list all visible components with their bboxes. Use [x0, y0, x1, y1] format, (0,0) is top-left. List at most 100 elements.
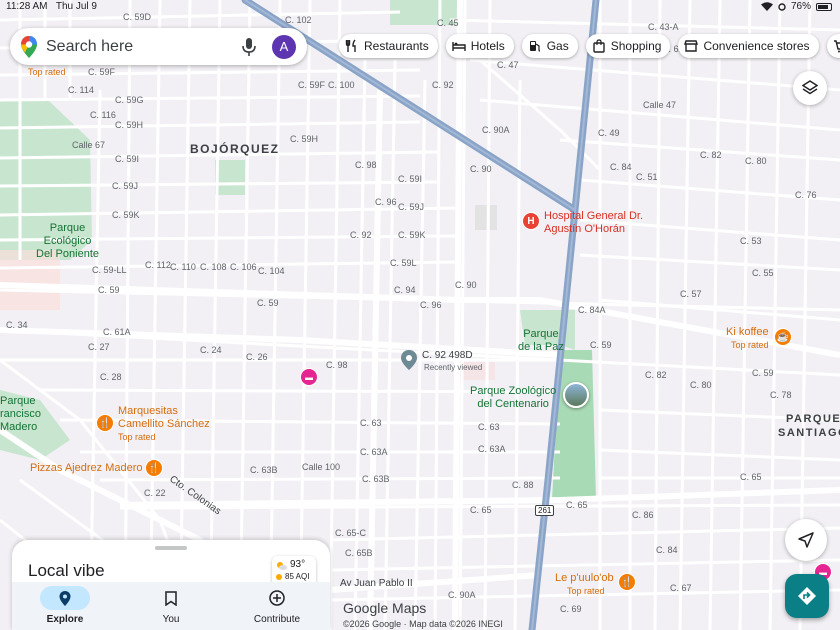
google-maps-watermark: Google Maps	[343, 600, 427, 616]
recently-viewed-pin-icon[interactable]	[400, 350, 418, 370]
street-label: C. 65	[470, 505, 492, 515]
neighborhood-label[interactable]: SANTIAGO	[778, 427, 840, 439]
layers-icon	[802, 80, 818, 95]
street-label: C. 45	[437, 18, 459, 28]
photo-marker[interactable]	[563, 382, 589, 408]
bookmark-icon	[165, 590, 177, 606]
park-name-line: Parque	[0, 395, 36, 407]
explore-bottom-sheet[interactable]: Local vibe 93° 85 AQI Explore You Contri…	[12, 540, 330, 630]
navigation-arrow-icon	[798, 532, 814, 548]
neighborhood-label[interactable]: PARQUE	[786, 413, 840, 425]
temperature: 93°	[290, 559, 306, 570]
street-label: C. 59I	[115, 154, 140, 164]
street-label: C. 59	[257, 298, 279, 308]
park-name-line: del Centenario	[477, 398, 549, 410]
park-label[interactable]: Parque de la Paz	[518, 328, 564, 354]
map-attribution[interactable]: ©2026 Google · Map data ©2026 INEGI	[343, 619, 503, 629]
place-note: Top rated	[731, 340, 769, 350]
chip-label: Convenience stores	[703, 39, 810, 53]
park-label[interactable]: Parque rancisco Madero	[0, 395, 41, 434]
hospital-name-line: Hospital General Dr.	[544, 210, 644, 222]
street-label: C. 61A	[103, 327, 131, 337]
aqi-dot-icon	[276, 574, 282, 580]
place-label[interactable]: Marquesitas Camellito Sánchez Top rated	[118, 405, 210, 444]
directions-button[interactable]	[785, 574, 829, 618]
sheet-title: Local vibe	[28, 561, 105, 580]
nav-icon-wrap	[146, 586, 196, 610]
street-label: C. 26	[246, 352, 268, 362]
street-label: C. 43-A	[648, 22, 679, 32]
street-label: C. 24	[200, 345, 222, 355]
hospital-label[interactable]: Hospital General Dr. Agustín O'Horán	[544, 210, 643, 236]
place-name: Pizzas Ajedrez Madero	[30, 462, 143, 474]
nav-label: Contribute	[253, 614, 301, 625]
street-label: C. 84	[610, 162, 632, 172]
place-label[interactable]: Pizzas Ajedrez Madero	[30, 462, 143, 475]
my-location-button[interactable]	[785, 519, 827, 561]
place-label[interactable]: Ki koffee Top rated	[726, 326, 769, 352]
search-input[interactable]	[46, 37, 236, 56]
restaurant-icon[interactable]: 🍴	[618, 573, 636, 591]
place-label[interactable]: Le p'uulo'ob Top rated	[555, 572, 614, 598]
chip-hotels[interactable]: Hotels	[445, 34, 514, 58]
hotel-icon[interactable]: ▬	[300, 368, 318, 386]
park-label[interactable]: Parque Zoológico del Centenario	[470, 385, 556, 411]
place-note: Top rated	[567, 586, 605, 596]
street-label: C. 80	[745, 156, 767, 166]
fork-knife-icon	[345, 39, 356, 52]
bed-icon	[452, 42, 466, 51]
neighborhood-label[interactable]: BOJÓRQUEZ	[190, 142, 280, 156]
sheet-drag-handle[interactable]	[155, 546, 187, 550]
street-label: C. 84	[656, 545, 678, 555]
park-label[interactable]: Parque Ecológico Del Poniente	[36, 222, 99, 261]
google-maps-pin-icon	[21, 35, 37, 58]
street-label: C. 63B	[250, 465, 278, 475]
restaurant-icon[interactable]: 🍴	[96, 414, 114, 432]
place-note: Top rated	[118, 432, 156, 442]
chip-gas[interactable]: Gas	[521, 34, 578, 58]
place-name: Le p'uulo'ob	[555, 572, 614, 584]
layers-button[interactable]	[793, 71, 827, 105]
clock-text: 11:28 AM	[6, 1, 48, 12]
microphone-icon[interactable]	[240, 37, 258, 57]
street-label: C. 98	[355, 160, 377, 170]
street-label: C. 59L	[390, 258, 417, 268]
hospital-name-line: Agustín O'Horán	[544, 223, 625, 235]
street-label: C. 59G	[115, 95, 144, 105]
add-circle-icon	[269, 590, 285, 606]
sun-cloud-icon	[277, 561, 287, 570]
nav-explore[interactable]: Explore	[12, 582, 118, 630]
street-label: C. 92	[350, 230, 372, 240]
park-name-line: rancisco	[0, 408, 41, 420]
nav-icon-wrap	[40, 586, 90, 610]
weather-temp-row: 93°	[276, 559, 312, 571]
street-label: C. 59J	[112, 181, 139, 191]
nav-contribute[interactable]: Contribute	[224, 582, 330, 630]
street-label: C. 28	[100, 372, 122, 382]
park-name-line: Parque Zoológico	[470, 385, 557, 397]
street-label: C. 92	[432, 80, 454, 90]
avatar[interactable]: A	[272, 34, 296, 59]
street-label: C. 59	[98, 285, 120, 295]
hospital-icon[interactable]: H	[522, 212, 540, 230]
chip-groceries[interactable]: Gr	[826, 34, 840, 58]
street-label: C. 100	[328, 80, 355, 90]
nav-you[interactable]: You	[118, 582, 224, 630]
park-name-line: Parque	[49, 222, 86, 234]
street-label: C. 78	[770, 390, 792, 400]
street-label: C. 63B	[362, 474, 390, 484]
street-label: C. 90A	[482, 125, 510, 135]
street-label: C. 59H	[290, 134, 319, 144]
battery-percent: 76%	[790, 1, 811, 12]
chip-convenience-stores[interactable]: Convenience stores	[678, 34, 819, 58]
street-label: C. 47	[497, 60, 519, 70]
chip-shopping[interactable]: Shopping	[585, 34, 671, 58]
chip-restaurants[interactable]: Restaurants	[339, 34, 438, 58]
search-bar[interactable]: A	[10, 28, 307, 65]
directions-icon	[798, 587, 816, 605]
street-label: C. 112	[145, 260, 171, 270]
street-label: C. 22	[144, 488, 166, 498]
cafe-icon[interactable]: ☕	[774, 328, 792, 346]
recent-place-label[interactable]: C. 92 498D	[422, 350, 473, 361]
restaurant-icon[interactable]: 🍴	[145, 459, 163, 477]
